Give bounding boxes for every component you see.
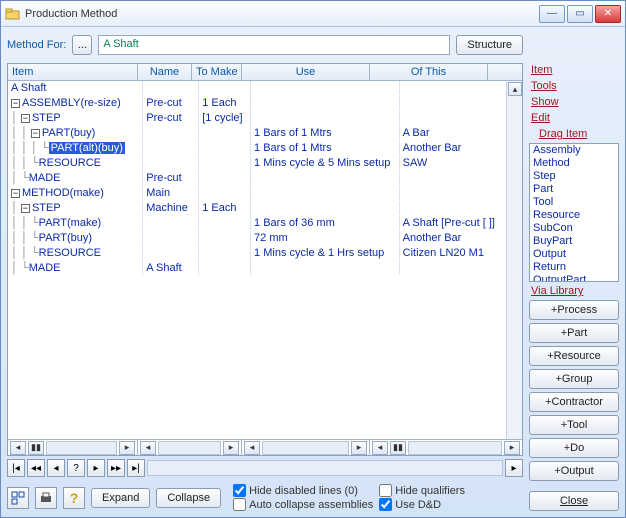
folder-icon xyxy=(5,7,21,21)
table-row[interactable]: │ │ └RESOURCE1 Mins cycle & 1 Hrs setupC… xyxy=(8,246,522,261)
record-navigator: |◂ ◂◂ ◂ ? ▸ ▸▸ ▸| ▸ xyxy=(7,456,523,480)
horizontal-scrollbars: ◂▮▮▸ ◂▸ ◂▸ ◂▮▮▸ xyxy=(8,439,522,455)
table-row[interactable]: │ └MADEA Shaft xyxy=(8,261,522,276)
library-button[interactable]: +Process xyxy=(529,300,619,320)
expand-toggle-icon[interactable]: − xyxy=(31,129,40,138)
titlebar: Production Method — ▭ ✕ xyxy=(1,1,625,27)
drag-item[interactable]: Method xyxy=(530,157,618,170)
print-icon[interactable] xyxy=(35,487,57,509)
help-icon[interactable]: ? xyxy=(63,487,85,509)
grid-header: Item Name To Make Use Of This xyxy=(8,64,522,81)
drag-item[interactable]: Assembly xyxy=(530,144,618,157)
link-edit[interactable]: Edit xyxy=(529,111,619,125)
nav-last[interactable]: ▸| xyxy=(127,459,145,477)
library-button[interactable]: +Output xyxy=(529,461,619,481)
link-show[interactable]: Show xyxy=(529,95,619,109)
grid: Item Name To Make Use Of This A Shaft−AS… xyxy=(7,63,523,456)
grid-body[interactable]: A Shaft−ASSEMBLY(re-size)Pre-cut1 Each│ … xyxy=(8,81,522,439)
right-panel: Item Tools Show Edit Drag Item AssemblyM… xyxy=(529,63,619,511)
table-row[interactable]: │ −STEPPre-cut[1 cycle] xyxy=(8,111,522,126)
nav-prev-page[interactable]: ◂◂ xyxy=(27,459,45,477)
vertical-scrollbar[interactable]: ▴ xyxy=(506,81,522,439)
library-button[interactable]: +Tool xyxy=(529,415,619,435)
table-row[interactable]: │ │ −PART(buy)1 Bars of 1 MtrsA Bar xyxy=(8,126,522,141)
drag-item[interactable]: Part xyxy=(530,183,618,196)
library-button[interactable]: +Contractor xyxy=(529,392,619,412)
expand-toggle-icon[interactable]: − xyxy=(11,99,20,108)
table-row[interactable]: −ASSEMBLY(re-size)Pre-cut1 Each xyxy=(8,96,522,111)
drag-item[interactable]: Step xyxy=(530,170,618,183)
structure-button[interactable]: Structure xyxy=(456,35,523,55)
drag-item[interactable]: Output xyxy=(530,248,618,261)
table-row[interactable]: │ └MADEPre-cut xyxy=(8,171,522,186)
link-tools[interactable]: Tools xyxy=(529,79,619,93)
expand-toggle-icon[interactable]: − xyxy=(21,114,30,123)
use-dd-checkbox[interactable]: Use D&D xyxy=(379,498,465,511)
scroll-up-icon[interactable]: ▴ xyxy=(508,82,522,96)
col-item[interactable]: Item xyxy=(8,64,138,80)
nav-next-page[interactable]: ▸▸ xyxy=(107,459,125,477)
browse-button[interactable]: ... xyxy=(72,35,92,55)
table-row[interactable]: │ │ └PART(buy)72 mmAnother Bar xyxy=(8,231,522,246)
close-button[interactable]: Close xyxy=(529,491,619,511)
expand-toggle-icon[interactable]: − xyxy=(21,204,30,213)
method-for-label: Method For: xyxy=(7,39,66,51)
drag-item[interactable]: BuyPart xyxy=(530,235,618,248)
window-title: Production Method xyxy=(25,8,539,20)
expand-toggle-icon[interactable]: − xyxy=(11,189,20,198)
table-row[interactable]: │ │ │ └PART(alt)(buy)1 Bars of 1 MtrsAno… xyxy=(8,141,522,156)
layout-icon[interactable] xyxy=(7,487,29,509)
scroll-left-icon[interactable]: ◂ xyxy=(10,441,26,455)
nav-next[interactable]: ▸ xyxy=(87,459,105,477)
hide-qualifiers-checkbox[interactable]: Hide qualifiers xyxy=(379,484,465,497)
drag-item[interactable]: SubCon xyxy=(530,222,618,235)
drag-item[interactable]: Tool xyxy=(530,196,618,209)
drag-item[interactable]: Resource xyxy=(530,209,618,222)
library-buttons: +Process +Part +Resource +Group +Contractor +… xyxy=(529,300,619,481)
table-row[interactable]: │ −STEPMachine1 Each xyxy=(8,201,522,216)
window: Production Method — ▭ ✕ Method For: ... … xyxy=(0,0,626,518)
col-use[interactable]: Use xyxy=(242,64,370,80)
col-name[interactable]: Name xyxy=(138,64,192,80)
minimize-button[interactable]: — xyxy=(539,5,565,23)
table-row[interactable]: │ │ └RESOURCE1 Mins cycle & 5 Mins setup… xyxy=(8,156,522,171)
library-button[interactable]: +Do xyxy=(529,438,619,458)
nav-scrollbar[interactable] xyxy=(147,460,503,476)
drag-item-header: Drag Item xyxy=(537,127,619,141)
close-window-button[interactable]: ✕ xyxy=(595,5,621,23)
via-library-header: Via Library xyxy=(529,284,619,298)
nav-prev[interactable]: ◂ xyxy=(47,459,65,477)
drag-item-list[interactable]: AssemblyMethodStepPartToolResourceSubCon… xyxy=(529,143,619,282)
auto-collapse-checkbox[interactable]: Auto collapse assemblies xyxy=(233,498,373,511)
nav-query[interactable]: ? xyxy=(67,459,85,477)
hide-disabled-checkbox[interactable]: Hide disabled lines (0) xyxy=(233,484,373,497)
bottom-toolbar: ? Expand Collapse Hide disabled lines (0… xyxy=(7,480,523,511)
collapse-button[interactable]: Collapse xyxy=(156,488,221,508)
table-row[interactable]: │ │ └PART(make)1 Bars of 36 mmA Shaft [P… xyxy=(8,216,522,231)
drag-item[interactable]: OutputPart xyxy=(530,274,618,282)
expand-button[interactable]: Expand xyxy=(91,488,150,508)
nav-first[interactable]: |◂ xyxy=(7,459,25,477)
method-for-value[interactable]: A Shaft xyxy=(98,35,450,55)
drag-item[interactable]: Return xyxy=(530,261,618,274)
library-button[interactable]: +Part xyxy=(529,323,619,343)
col-of-this[interactable]: Of This xyxy=(370,64,488,80)
maximize-button[interactable]: ▭ xyxy=(567,5,593,23)
library-button[interactable]: +Resource xyxy=(529,346,619,366)
table-row[interactable]: −METHOD(make)Main xyxy=(8,186,522,201)
link-item[interactable]: Item xyxy=(529,63,619,77)
col-to-make[interactable]: To Make xyxy=(192,64,242,80)
table-row[interactable]: A Shaft xyxy=(8,81,522,96)
library-button[interactable]: +Group xyxy=(529,369,619,389)
